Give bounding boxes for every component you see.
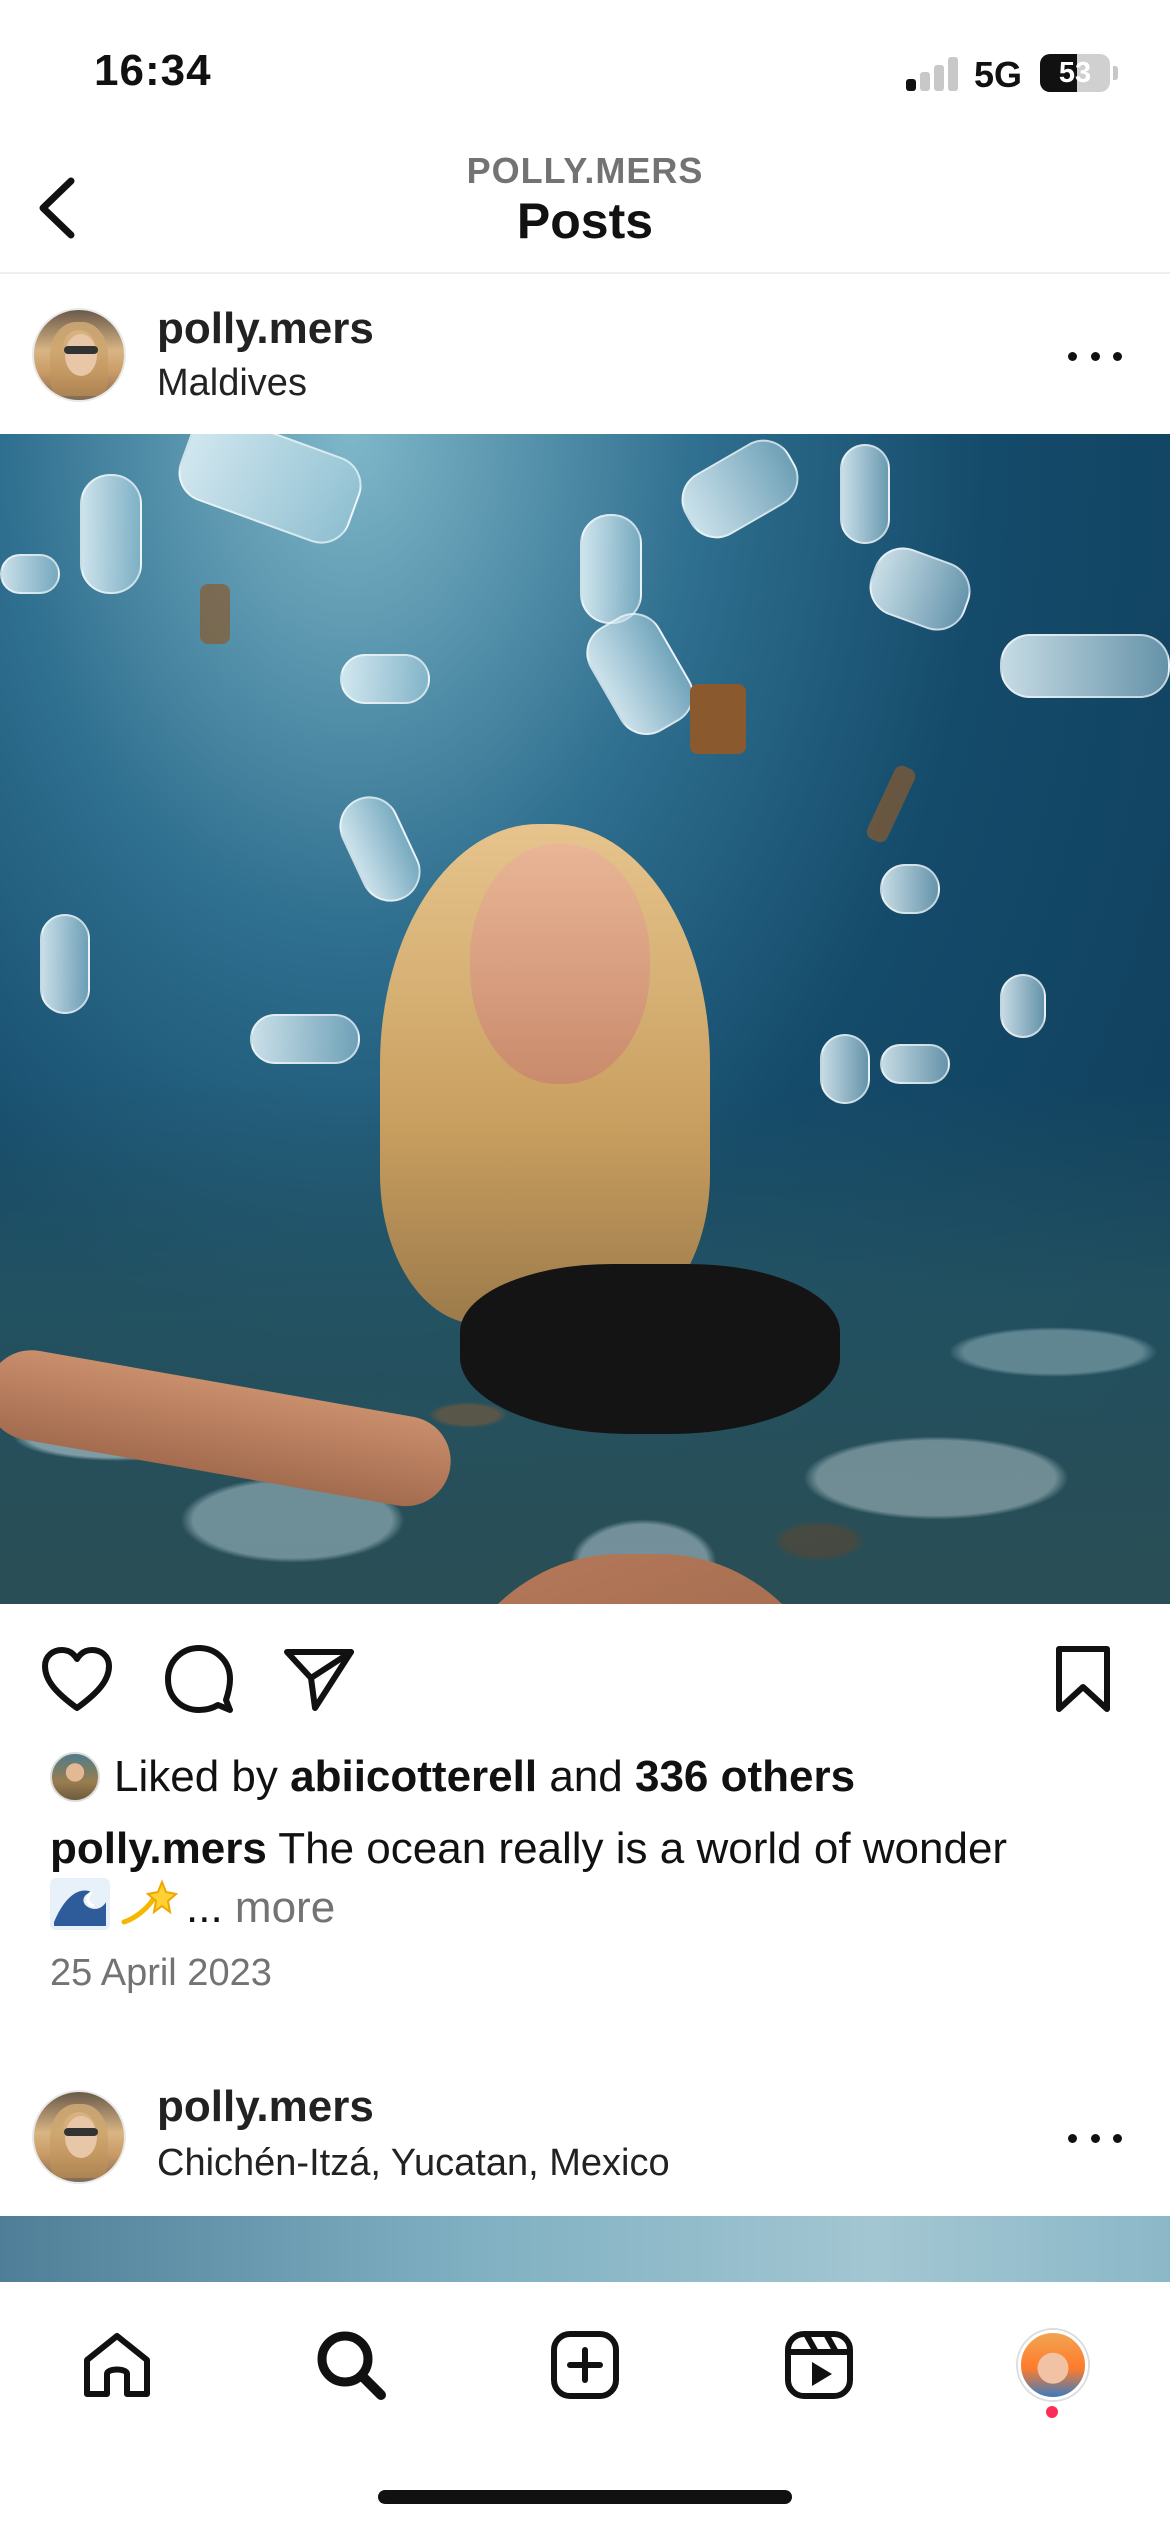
save-button[interactable] [1040,1636,1126,1722]
more-options-button[interactable] [1060,2118,1130,2158]
likes-prefix: Liked by [114,1752,278,1801]
likes-others[interactable]: 336 others [635,1752,855,1802]
comment-icon [165,1645,233,1713]
status-bar: 16:34 5G 53 [0,0,1170,140]
post-caption: polly.mers The ocean really is a world o… [50,1820,1130,1937]
next-post-header: polly.mers Chichén-Itzá, Yucatan, Mexico [0,2062,1170,2216]
battery-icon: 53 [1040,54,1110,92]
likes-and: and [549,1752,623,1801]
dizzy-emoji [121,1879,178,1925]
nav-header: POLLY.MERS Posts [0,140,1170,274]
create-post-icon [551,2331,619,2399]
caption-username[interactable]: polly.mers [50,1824,267,1873]
next-post-location[interactable]: Chichén-Itzá, Yucatan, Mexico [157,2142,670,2185]
post-date: 25 April 2023 [50,1952,272,1994]
tab-create[interactable] [540,2320,630,2410]
battery-level: 53 [1058,57,1092,89]
home-indicator [378,2490,792,2504]
post-header: polly.mers Maldives [0,276,1170,436]
post-image[interactable] [0,434,1170,1604]
bookmark-icon [1056,1646,1110,1712]
liker-avatar [50,1752,100,1802]
tab-home[interactable] [72,2320,162,2410]
avatar[interactable] [32,2090,126,2184]
more-options-button[interactable] [1060,336,1130,376]
heart-icon [42,1647,112,1711]
caption-text: The ocean really is a world of wonder [278,1824,1008,1873]
screen: 16:34 5G 53 POLLY.MERS Posts polly.mers … [0,0,1170,2532]
notification-dot [1046,2406,1058,2418]
post-actions [0,1604,1170,1754]
tab-search[interactable] [306,2320,396,2410]
cellular-signal-icon [906,57,960,91]
caption-more-link[interactable]: more [235,1883,335,1932]
reels-icon [785,2331,853,2399]
post-username[interactable]: polly.mers [157,304,374,354]
next-post-image[interactable] [0,2216,1170,2282]
send-icon [284,1649,354,1711]
avatar[interactable] [32,308,126,402]
home-icon [84,2333,150,2397]
search-icon [317,2331,386,2400]
liked-by-user[interactable]: abiicotterell [290,1752,537,1802]
caption-ellipsis: ... [186,1883,223,1932]
tab-reels[interactable] [774,2320,864,2410]
wave-emoji [50,1878,110,1930]
page-title: Posts [516,193,654,249]
like-button[interactable] [34,1636,120,1722]
tab-profile[interactable] [1008,2320,1098,2410]
next-post-username[interactable]: polly.mers [157,2082,374,2132]
status-time: 16:34 [94,46,212,95]
post-location[interactable]: Maldives [157,362,307,405]
network-type: 5G [974,54,1023,95]
likes-summary[interactable]: Liked by abiicotterell and 336 others [50,1752,855,1802]
comment-button[interactable] [156,1636,242,1722]
profile-avatar [1018,2330,1088,2400]
account-name: POLLY.MERS [466,150,704,191]
battery-cap [1113,66,1118,80]
share-button[interactable] [276,1636,362,1722]
